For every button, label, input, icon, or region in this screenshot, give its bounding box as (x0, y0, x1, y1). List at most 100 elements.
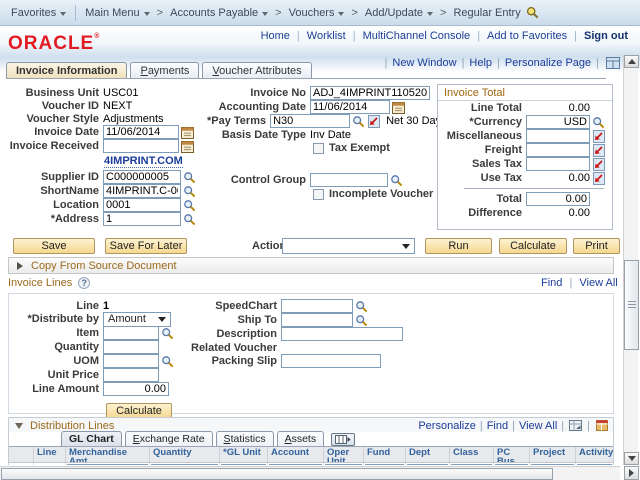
quantity-input[interactable] (151, 464, 218, 465)
view-all-link[interactable]: View All (579, 277, 617, 289)
lookup-icon[interactable] (390, 174, 403, 187)
save-button[interactable]: Save (13, 238, 95, 254)
column-header-class[interactable]: Class (449, 447, 493, 462)
supplier-id-input[interactable] (103, 170, 181, 184)
speedchart-input[interactable] (281, 299, 353, 313)
freight-input[interactable] (526, 143, 590, 157)
lookup-icon[interactable] (183, 199, 196, 212)
search-icon[interactable] (526, 6, 539, 19)
use-tax-detail-icon[interactable] (592, 172, 605, 185)
lookup-icon[interactable] (183, 171, 196, 184)
activity-input[interactable] (577, 464, 612, 465)
account-input[interactable] (269, 464, 322, 465)
pc-bus-unit-input[interactable] (495, 464, 528, 465)
column-header-line[interactable]: Line (33, 447, 65, 462)
invoice-received-input[interactable] (103, 139, 179, 153)
oper-unit-input[interactable] (325, 464, 362, 465)
download-icon[interactable] (595, 420, 608, 431)
currency-input[interactable] (526, 115, 590, 129)
lookup-icon[interactable] (355, 314, 368, 327)
column-header-merchandise-amt[interactable]: Merchandise Amt (65, 447, 149, 462)
show-all-columns-icon[interactable] (331, 433, 355, 446)
save-for-later-button[interactable]: Save For Later (105, 238, 187, 254)
description-input[interactable] (281, 327, 403, 341)
column-header-activity[interactable]: Activity (575, 447, 613, 462)
column-header-account[interactable]: Account (267, 447, 323, 462)
fund-input[interactable] (365, 464, 404, 465)
tab-exchange-rate[interactable]: Exchange Rate (125, 431, 213, 446)
horizontal-scrollbar[interactable] (0, 466, 620, 480)
address-input[interactable] (103, 212, 181, 226)
calendar-icon[interactable] (181, 140, 194, 153)
zoom-grid-icon[interactable] (569, 420, 582, 431)
unit-price-input[interactable] (103, 368, 159, 382)
gl-unit-input[interactable] (221, 464, 266, 465)
favorites-menu[interactable]: Favorites (11, 7, 66, 19)
lookup-icon[interactable] (355, 300, 368, 313)
column-header-fund[interactable]: Fund (363, 447, 405, 462)
miscellaneous-input[interactable] (526, 129, 590, 143)
vertical-scroll-thumb[interactable] (624, 260, 639, 350)
scroll-right-button[interactable] (624, 466, 639, 480)
pay-terms-detail-icon[interactable] (367, 115, 380, 128)
dept-input[interactable] (407, 464, 448, 465)
find-link[interactable]: Find (541, 277, 562, 289)
lookup-icon[interactable] (592, 116, 605, 129)
help-icon[interactable]: ? (78, 277, 90, 289)
sign-out-link[interactable]: Sign out (584, 30, 628, 42)
ship-to-input[interactable] (281, 313, 353, 327)
tab-statistics[interactable]: Statistics (216, 431, 274, 446)
tab-payments[interactable]: Payments (130, 62, 199, 78)
breadcrumb-vouchers[interactable]: Vouchers (289, 7, 345, 19)
personalize-link[interactable]: Personalize (418, 420, 475, 432)
calendar-icon[interactable] (392, 101, 405, 114)
column-header-quantity[interactable]: Quantity (149, 447, 219, 462)
incomplete-voucher-checkbox[interactable] (313, 189, 324, 200)
lookup-icon[interactable] (183, 213, 196, 226)
sales-tax-input[interactable] (526, 157, 590, 171)
find-link[interactable]: Find (487, 420, 508, 432)
lookup-icon[interactable] (183, 185, 196, 198)
copy-from-source-section[interactable]: Copy From Source Document (8, 257, 614, 274)
sales-tax-detail-icon[interactable] (592, 158, 605, 171)
worklist-link[interactable]: Worklist (307, 30, 346, 42)
column-header-gl-unit[interactable]: *GL Unit (219, 447, 267, 462)
short-name-input[interactable] (103, 184, 181, 198)
tax-exempt-checkbox[interactable] (313, 143, 324, 154)
accounting-date-input[interactable] (310, 100, 390, 114)
expand-icon[interactable] (17, 262, 23, 270)
horizontal-scroll-thumb[interactable] (1, 468, 553, 480)
tab-assets[interactable]: Assets (277, 431, 325, 446)
merchandise-amt-input[interactable] (67, 464, 148, 465)
view-all-link[interactable]: View All (519, 420, 557, 432)
breadcrumb-add-update[interactable]: Add/Update (365, 7, 433, 19)
calendar-icon[interactable] (181, 126, 194, 139)
run-button[interactable]: Run (425, 238, 492, 254)
vertical-scrollbar[interactable] (623, 55, 638, 465)
scroll-up-button[interactable] (624, 55, 639, 68)
action-select[interactable] (282, 238, 415, 254)
invoice-date-input[interactable] (103, 125, 179, 139)
lookup-icon[interactable] (352, 115, 365, 128)
project-input[interactable] (531, 464, 574, 465)
column-header-oper-unit[interactable]: Oper Unit (323, 447, 363, 462)
total-input[interactable] (526, 192, 590, 206)
collapse-icon[interactable] (15, 423, 23, 429)
multichannel-console-link[interactable]: MultiChannel Console (363, 30, 471, 42)
line-amount-input[interactable] (103, 382, 169, 396)
main-menu[interactable]: Main Menu (85, 7, 149, 19)
column-header-pc-bus-unit[interactable]: PC Bus Unit (493, 447, 529, 462)
supplier-name-link[interactable]: 4IMPRINT.COM (104, 155, 183, 168)
print-button[interactable]: Print (573, 238, 620, 254)
breadcrumb-accounts-payable[interactable]: Accounts Payable (170, 7, 268, 19)
packing-slip-input[interactable] (281, 354, 381, 368)
control-group-input[interactable] (310, 173, 388, 187)
column-header-dept[interactable]: Dept (405, 447, 449, 462)
tab-gl-chart[interactable]: GL Chart (61, 431, 122, 446)
scroll-down-button[interactable] (624, 452, 639, 465)
pay-terms-input[interactable] (270, 114, 350, 128)
personalize-layout-icon[interactable] (606, 57, 620, 69)
tab-voucher-attributes[interactable]: Voucher Attributes (202, 62, 311, 78)
freight-detail-icon[interactable] (592, 144, 605, 157)
home-link[interactable]: Home (261, 30, 290, 42)
